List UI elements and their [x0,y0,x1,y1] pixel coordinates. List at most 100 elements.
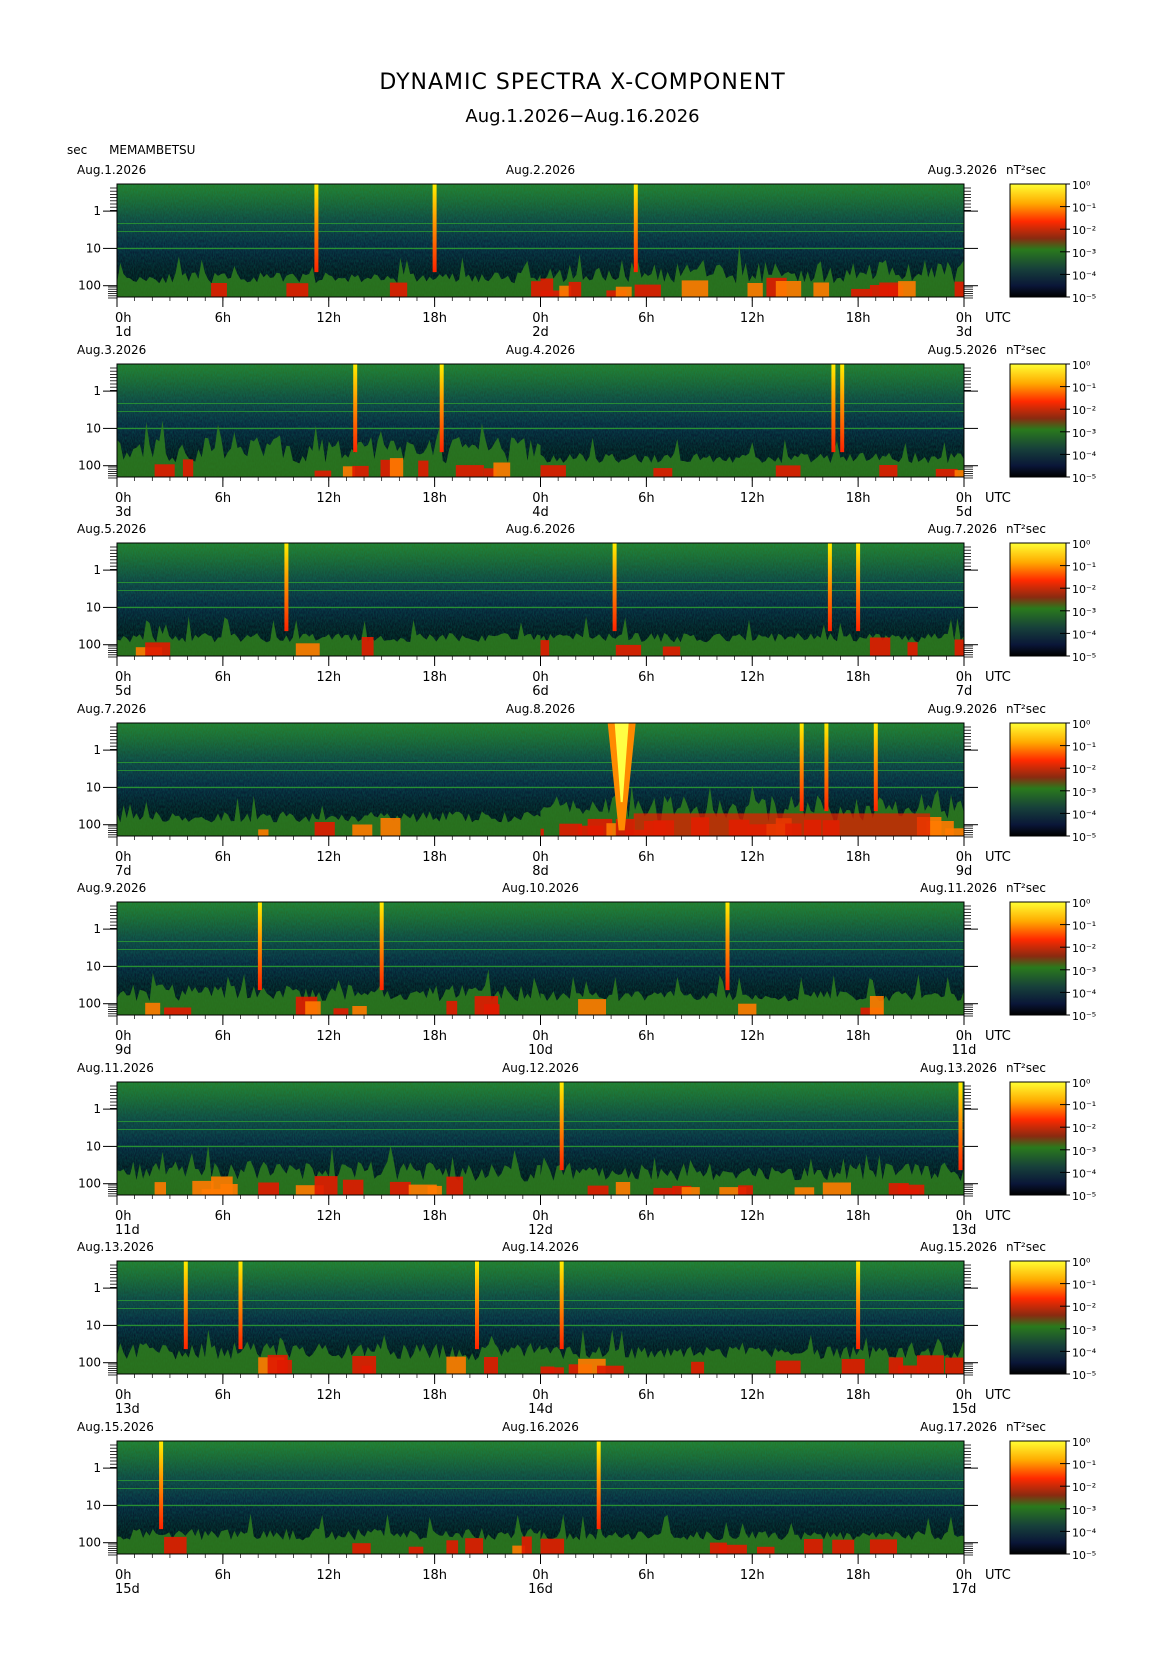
x-tick-label: 18h [422,491,447,506]
y-tick-label: 100 [78,818,101,832]
hot-activity-block [182,459,194,477]
x-tick-label: 12h [316,311,341,326]
colorbar-unit-label: nT²sec [1006,1061,1046,1075]
colorbar-tick-label: 10⁻¹ [1072,202,1096,215]
hot-activity-block [446,1356,466,1374]
utc-label: UTC [985,850,1011,865]
colorbar-tick-label: 10⁻¹ [1072,1100,1096,1113]
hot-activity-block [484,1357,498,1374]
hot-activity-block [879,465,898,477]
hot-activity-block [568,281,582,297]
colorbar-tick-label: 10⁻⁵ [1072,1010,1096,1023]
colorbar-tick-label: 10⁻² [1072,583,1096,596]
hot-activity-block [521,1536,532,1554]
hot-activity-block [154,1182,166,1195]
spectra-panel-4: 1 10 100 Aug.7.2026 Aug.8.2026 Aug.9.2026 0h 6h… [77,702,1097,879]
panel-mid-date: Aug.2.2026 [506,163,575,177]
hot-activity-block [145,1002,161,1015]
colorbar-tick-label: 10⁻² [1072,1301,1096,1314]
colorbar-tick-label: 10⁻¹ [1072,561,1096,574]
panel-start-date: Aug.1.2026 [77,163,146,177]
hot-activity-block [164,1007,192,1015]
impulse-spike [284,543,289,632]
x-tick-label: 0h [532,491,549,506]
y-tick-label: 100 [78,279,101,293]
y-tick-label: 10 [86,600,101,614]
impulse-spike [439,364,444,453]
impulse-spike [831,364,836,453]
x-tick-label: 0h [532,670,549,685]
panel-start-date: Aug.15.2026 [77,1420,154,1434]
colorbar-unit-label: nT²sec [1006,881,1046,895]
hot-activity-block [851,288,873,297]
utc-label: UTC [985,1568,1011,1583]
x-tick-label: 0h [115,850,132,865]
hot-activity-block [869,637,891,656]
x-tick-label: 6h [638,1388,655,1403]
colorbar-tick-label: 10⁻³ [1072,1145,1096,1158]
impulse-spike [827,543,832,632]
hot-activity-block [869,1539,897,1554]
hot-activity-block [898,281,916,297]
x-tick-label: 12h [316,670,341,685]
hot-activity-block [295,643,320,656]
colorbar-tick-label: 10⁻² [1072,1481,1096,1494]
hot-activity-block [352,1543,371,1554]
x-tick-label: 6h [638,1209,655,1224]
colorbar [1009,1260,1067,1375]
utc-label: UTC [985,1029,1011,1044]
impulse-spike [958,1082,963,1171]
hot-activity-block [587,1185,609,1195]
hot-activity-block [352,824,373,836]
hot-activity-block [427,1185,442,1195]
hot-activity-block [493,462,511,477]
utc-label: UTC [985,670,1011,685]
x-tick-label: 0h [956,850,973,865]
panel-end-date: Aug.13.2026 [920,1061,997,1075]
y-tick-label: 100 [78,1536,101,1550]
x-tick-label: 18h [846,491,871,506]
panel-mid-date: Aug.14.2026 [502,1240,579,1254]
day-label: 15d [115,1582,140,1597]
x-tick-label: 0h [956,1388,973,1403]
spectra-panel-2: 1 10 100 Aug.3.2026 Aug.4.2026 Aug.5.2026 0h 6h… [77,343,1097,520]
x-tick-label: 18h [846,1209,871,1224]
impulse-spike [612,543,617,632]
colorbar-tick-label: 10⁻³ [1072,427,1096,440]
x-tick-label: 12h [740,1029,765,1044]
hot-activity-block [314,822,335,836]
panel-end-date: Aug.7.2026 [928,522,997,536]
hot-activity-block [916,1355,944,1374]
colorbar-tick-label: 10⁻¹ [1072,1459,1096,1472]
y-tick-label: 1 [93,922,101,936]
y-tick-label: 100 [78,997,101,1011]
day-label: 3d [115,505,132,520]
panel-end-date: Aug.15.2026 [920,1240,997,1254]
utc-label: UTC [985,1209,1011,1224]
colorbar-tick-label: 10⁻¹ [1072,741,1096,754]
colorbar-tick-label: 10⁻¹ [1072,382,1096,395]
hot-activity-block [258,829,269,836]
colorbar-tick-label: 10⁻⁵ [1072,292,1096,305]
hot-activity-block [832,1539,855,1554]
day-label: 14d [528,1402,553,1417]
panel-start-date: Aug.7.2026 [77,702,146,716]
impulse-spike [379,902,384,991]
x-tick-label: 18h [422,1388,447,1403]
hot-activity-block [446,1540,459,1554]
colorbar-tick-label: 10⁻⁵ [1072,1549,1096,1562]
colorbar [1009,363,1067,478]
x-tick-label: 6h [638,670,655,685]
hot-activity-block [681,280,709,297]
impulse-spike [353,364,358,453]
hot-activity-block [277,1359,292,1374]
x-tick-label: 18h [846,1029,871,1044]
x-tick-label: 18h [422,670,447,685]
panel-start-date: Aug.3.2026 [77,343,146,357]
colorbar-tick-label: 10⁻¹ [1072,1279,1096,1292]
day-label: 5d [115,684,132,699]
spectra-panel-8: 1 10 100 Aug.15.2026 Aug.16.2026 Aug.17.2026 0… [77,1420,1097,1597]
y-tick-label: 100 [78,459,101,473]
hot-activity-block [418,460,429,477]
colorbar-tick-label: 10⁻³ [1072,606,1096,619]
